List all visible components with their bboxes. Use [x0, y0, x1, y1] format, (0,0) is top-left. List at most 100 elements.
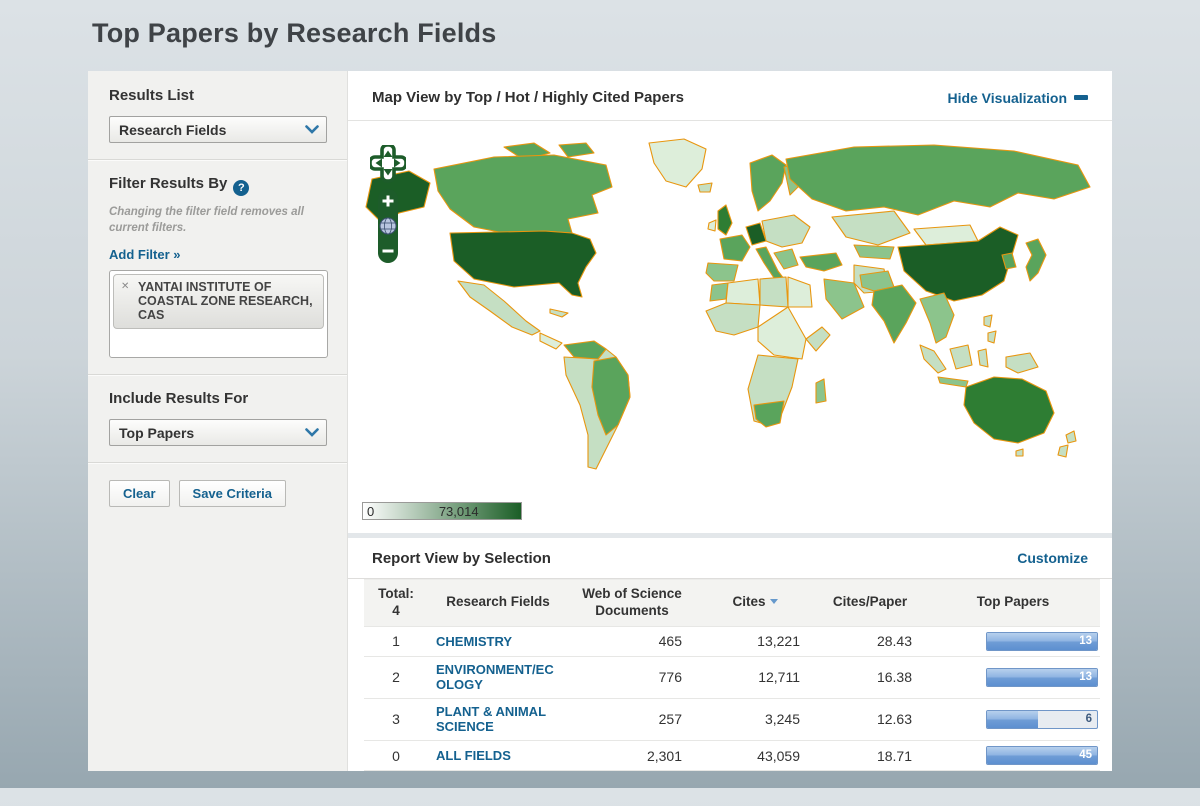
- top-papers-cell: 45: [926, 741, 1100, 771]
- filter-tag-label: YANTAI INSTITUTE OF COASTAL ZONE RESEARC…: [138, 280, 313, 322]
- top-papers-bar-value: 13: [1079, 635, 1092, 647]
- sidebar-buttons: Clear Save Criteria: [88, 464, 347, 507]
- column-cites-label: Cites: [732, 594, 765, 609]
- rank-cell: 0: [364, 741, 428, 771]
- main-panel: Map View by Top / Hot / Highly Cited Pap…: [348, 71, 1112, 771]
- field-link[interactable]: ENVIRONMENT/ECOLOGY: [436, 662, 558, 693]
- filter-box: ✕ YANTAI INSTITUTE OF COASTAL ZONE RESEA…: [109, 270, 328, 358]
- chevron-down-icon: [305, 125, 319, 134]
- column-cites-per-paper[interactable]: Cites/Paper: [814, 579, 926, 626]
- chevron-down-icon: [305, 428, 319, 437]
- cites-cell: 3,245: [696, 698, 814, 740]
- cites-per-paper-cell: 12.63: [814, 698, 926, 740]
- map-panel-header: Map View by Top / Hot / Highly Cited Pap…: [348, 71, 1112, 121]
- field-link[interactable]: CHEMISTRY: [436, 634, 512, 650]
- country-kazakhstan: [832, 211, 910, 245]
- country-madagascar: [816, 379, 826, 403]
- top-papers-bar-fill: [987, 711, 1038, 728]
- documents-cell: 257: [568, 698, 696, 740]
- top-papers-bar-value: 6: [1086, 713, 1092, 725]
- filter-note: Changing the filter field removes all cu…: [109, 205, 309, 236]
- column-top-papers[interactable]: Top Papers: [926, 579, 1100, 626]
- results-table: Total: 4 Research Fields Web of Science …: [364, 579, 1100, 771]
- top-papers-bar: 6: [986, 710, 1098, 729]
- clear-button[interactable]: Clear: [109, 480, 170, 507]
- country-canada: [434, 155, 612, 235]
- cites-per-paper-cell: 28.43: [814, 626, 926, 656]
- country-south-africa: [754, 401, 784, 427]
- documents-cell: 776: [568, 656, 696, 698]
- map-panel-title: Map View by Top / Hot / Highly Cited Pap…: [372, 89, 684, 106]
- map-zoom-control: [378, 189, 398, 263]
- table-row: 2 ENVIRONMENT/ECOLOGY 776 12,711 16.38 1…: [364, 656, 1100, 698]
- include-results-dropdown[interactable]: Top Papers: [109, 419, 327, 446]
- map-legend: 0 73,014: [362, 502, 522, 520]
- legend-min: 0: [367, 504, 374, 519]
- report-panel-title: Report View by Selection: [372, 550, 551, 567]
- field-link[interactable]: PLANT & ANIMAL SCIENCE: [436, 704, 558, 735]
- cites-per-paper-cell: 18.71: [814, 741, 926, 771]
- country-uk: [718, 205, 732, 235]
- top-papers-bar-value: 13: [1079, 671, 1092, 683]
- cites-cell: 13,221: [696, 626, 814, 656]
- sort-descending-icon: [770, 599, 778, 604]
- total-header: Total: 4: [364, 579, 428, 626]
- column-cites-sorted[interactable]: Cites: [696, 579, 814, 626]
- world-choropleth-map[interactable]: [354, 135, 1106, 481]
- remove-filter-icon[interactable]: ✕: [121, 281, 129, 292]
- save-criteria-button[interactable]: Save Criteria: [179, 480, 287, 507]
- top-papers-bar-value: 45: [1079, 749, 1092, 761]
- documents-cell: 2,301: [568, 741, 696, 771]
- map-pan-control: [370, 145, 406, 181]
- results-list-heading: Results List: [109, 87, 327, 104]
- include-results-heading: Include Results For: [109, 390, 327, 407]
- sidebar: Results List Research Fields Filter Resu…: [88, 71, 348, 771]
- rank-cell: 2: [364, 656, 428, 698]
- cites-per-paper-cell: 16.38: [814, 656, 926, 698]
- country-india: [872, 285, 916, 343]
- table-header-row: Total: 4 Research Fields Web of Science …: [364, 579, 1100, 626]
- column-documents[interactable]: Web of Science Documents: [568, 579, 696, 626]
- rank-cell: 3: [364, 698, 428, 740]
- country-russia: [786, 145, 1090, 215]
- help-icon[interactable]: ?: [233, 180, 249, 196]
- cites-cell: 43,059: [696, 741, 814, 771]
- filter-heading-label: Filter Results By: [109, 175, 227, 192]
- total-label: Total:: [368, 586, 424, 603]
- table-row: 0 ALL FIELDS 2,301 43,059 18.71 45: [364, 741, 1100, 771]
- documents-cell: 465: [568, 626, 696, 656]
- filter-tag: ✕ YANTAI INSTITUTE OF COASTAL ZONE RESEA…: [113, 274, 324, 329]
- include-results-section: Include Results For Top Papers: [88, 376, 347, 462]
- map-controls[interactable]: [370, 145, 406, 267]
- top-papers-bar: 13: [986, 632, 1098, 651]
- field-link[interactable]: ALL FIELDS: [436, 748, 511, 764]
- results-list-section: Results List Research Fields: [88, 73, 347, 159]
- country-france: [720, 235, 750, 261]
- country-turkey: [800, 253, 842, 271]
- filter-heading: Filter Results By?: [109, 175, 327, 196]
- column-research-fields[interactable]: Research Fields: [428, 579, 568, 626]
- minus-icon: [1074, 95, 1088, 100]
- rank-cell: 1: [364, 626, 428, 656]
- country-australia: [964, 377, 1054, 443]
- country-japan: [1026, 239, 1046, 281]
- cites-cell: 12,711: [696, 656, 814, 698]
- globe-icon: [380, 218, 396, 234]
- hide-visualization-label: Hide Visualization: [947, 90, 1067, 106]
- include-results-selected: Top Papers: [119, 425, 194, 441]
- add-filter-link[interactable]: Add Filter »: [109, 247, 181, 262]
- table-row: 3 PLANT & ANIMAL SCIENCE 257 3,245 12.63…: [364, 698, 1100, 740]
- page-title: Top Papers by Research Fields: [92, 18, 1200, 49]
- customize-link[interactable]: Customize: [1017, 550, 1088, 566]
- hide-visualization-link[interactable]: Hide Visualization: [947, 90, 1088, 106]
- report-panel-header: Report View by Selection Customize: [348, 538, 1112, 579]
- results-list-dropdown[interactable]: Research Fields: [109, 116, 327, 143]
- country-mexico: [458, 281, 540, 335]
- total-value: 4: [368, 603, 424, 620]
- table-row: 1 CHEMISTRY 465 13,221 28.43 13: [364, 626, 1100, 656]
- country-new-zealand: [1066, 431, 1076, 443]
- country-greenland: [649, 139, 706, 187]
- top-papers-bar: 45: [986, 746, 1098, 765]
- filter-section: Filter Results By? Changing the filter f…: [88, 161, 347, 374]
- results-list-selected: Research Fields: [119, 122, 226, 138]
